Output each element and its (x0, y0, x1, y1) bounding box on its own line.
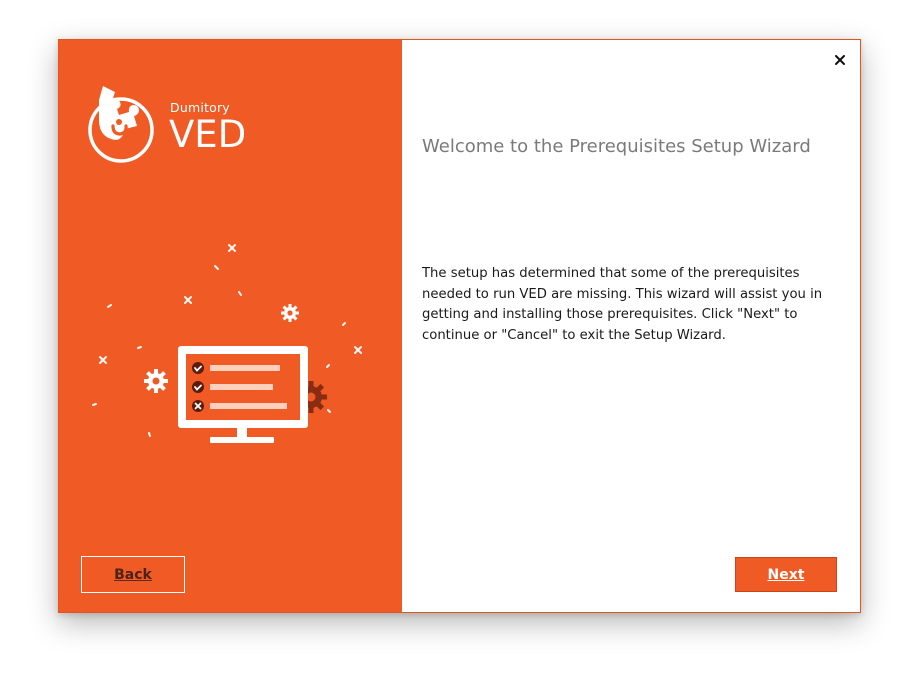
dumitory-logo-icon (88, 86, 154, 163)
wizard-description: The setup has determined that some of th… (422, 266, 823, 343)
close-button[interactable] (832, 52, 848, 68)
next-button-label: Next (767, 566, 805, 583)
back-button[interactable]: Back (81, 556, 185, 593)
product-name: VED (169, 113, 247, 156)
close-icon (835, 55, 845, 65)
back-button-label: Back (114, 566, 152, 583)
monitor-checklist-icon (92, 244, 362, 443)
next-button[interactable]: Next (735, 557, 837, 592)
setup-wizard-window: Dumitory VED Back Welcome to the Prerequ… (58, 39, 861, 613)
content-panel: Welcome to the Prerequisites Setup Wizar… (402, 40, 860, 612)
brand-panel: Dumitory VED Back (59, 40, 402, 612)
wizard-title: Welcome to the Prerequisites Setup Wizar… (422, 136, 811, 157)
